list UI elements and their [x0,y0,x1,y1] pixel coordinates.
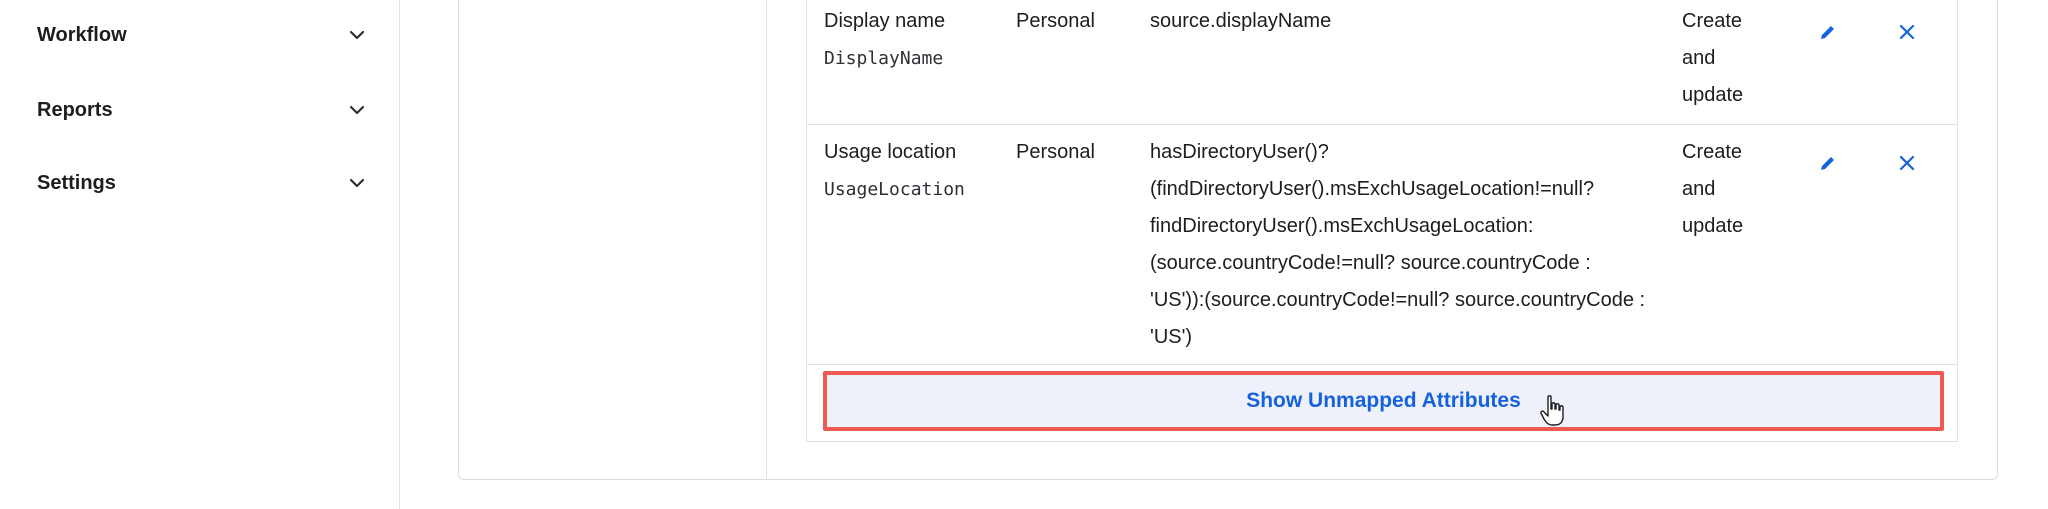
attribute-label: Usage location [824,141,957,163]
chevron-down-icon [349,105,365,115]
attribute-variable: UsageLocation [824,179,965,200]
show-unmapped-attributes-button[interactable]: Show Unmapped Attributes [823,371,1944,431]
close-icon[interactable] [1896,152,1918,174]
attribute-expression: hasDirectoryUser()?(findDirectoryUser().… [1150,141,1646,348]
chevron-down-icon [349,30,365,40]
apply-on: Create and update [1682,141,1744,237]
sidebar-item-workflow[interactable]: Workflow [37,13,367,57]
attribute-type: Personal [1016,141,1095,163]
sidebar-item-label: Settings [37,171,116,194]
table-row: Display name DisplayName Personal source… [806,0,1958,125]
card-divider [766,0,767,480]
attribute-expression: source.displayName [1150,10,1332,32]
apply-on: Create and update [1682,10,1744,106]
attribute-variable: DisplayName [824,48,944,69]
sidebar-item-label: Reports [37,98,113,121]
sidebar-item-settings[interactable]: Settings [37,161,367,205]
close-icon[interactable] [1896,21,1918,43]
hand-cursor-icon [1540,395,1564,426]
table-row: Usage location UsageLocation Personal ha… [806,125,1958,365]
chevron-down-icon [349,178,365,188]
attribute-type: Personal [1016,10,1095,32]
attribute-label: Display name [824,10,946,32]
sidebar-item-reports[interactable]: Reports [37,88,367,132]
edit-icon[interactable] [1817,21,1839,43]
edit-icon[interactable] [1817,152,1839,174]
sidebar-item-label: Workflow [37,23,127,46]
sidebar: Workflow Reports Settings [0,0,400,509]
